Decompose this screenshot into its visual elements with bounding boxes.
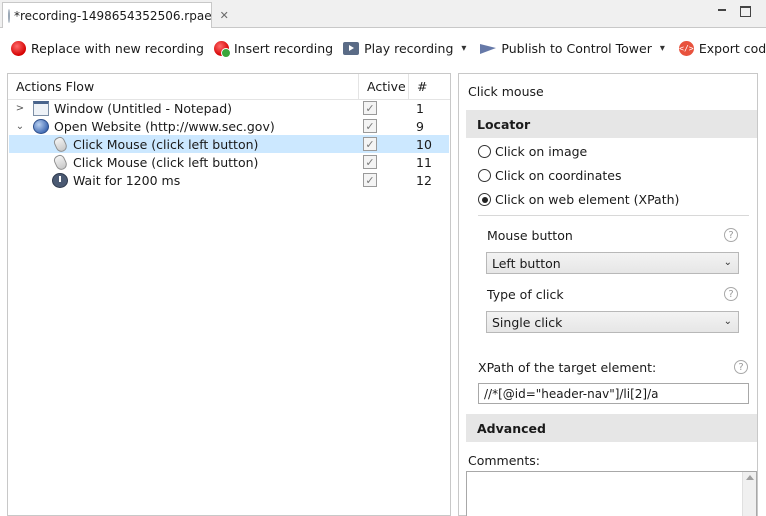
xpath-label: XPath of the target element: (478, 360, 657, 375)
export-code-label: Export code (698, 40, 766, 56)
radio-label: Click on coordinates (495, 168, 622, 183)
comments-label: Comments: (468, 453, 540, 468)
table-row[interactable]: ⌄ Open Website (http://www.sec.gov) ✓ 9 (9, 117, 449, 135)
action-label: Wait for 1200 ms (73, 172, 181, 188)
radio-click-on-web-element[interactable]: Click on web element (XPath) (478, 192, 679, 207)
insert-recording-button[interactable]: Insert recording (213, 40, 334, 58)
mouse-button-label: Mouse button (487, 228, 573, 243)
xpath-input[interactable]: //*[@id="header-nav"]/li[2]/a (478, 383, 749, 404)
action-label: Open Website (http://www.sec.gov) (54, 118, 275, 134)
table-row[interactable]: > Window (Untitled - Notepad) ✓ 1 (9, 99, 449, 117)
play-recording-label: Play recording (364, 40, 454, 56)
insert-record-icon (213, 40, 231, 58)
action-label: Click Mouse (click left button) (73, 136, 259, 152)
insert-recording-label: Insert recording (233, 40, 334, 56)
replace-recording-label: Replace with new recording (31, 40, 204, 56)
action-number: 10 (416, 136, 432, 152)
radio-label: Click on web element (XPath) (495, 192, 680, 207)
recording-file-icon (8, 8, 10, 23)
type-of-click-value: Single click (492, 314, 563, 330)
minimize-icon[interactable] (716, 6, 728, 18)
help-icon[interactable]: ? (724, 228, 738, 242)
active-checkbox[interactable]: ✓ (363, 137, 377, 151)
action-number: 11 (416, 154, 432, 170)
table-header: Actions Flow Active # (8, 73, 450, 100)
radio-button[interactable] (478, 169, 491, 182)
chevron-down-icon: ⌄ (723, 316, 732, 327)
active-checkbox[interactable]: ✓ (363, 101, 377, 115)
type-of-click-label: Type of click (487, 287, 564, 302)
active-checkbox[interactable]: ✓ (363, 119, 377, 133)
properties-panel: Click mouse Locator Click on image Click… (458, 73, 758, 516)
radio-click-on-coordinates[interactable]: Click on coordinates (478, 168, 621, 183)
publish-label: Publish to Control Tower (501, 40, 652, 56)
table-row[interactable]: Click Mouse (click left button) ✓ 11 (9, 152, 449, 172)
radio-click-on-image[interactable]: Click on image (478, 144, 587, 159)
action-label: Click Mouse (click left button) (73, 154, 259, 170)
table-row[interactable]: Wait for 1200 ms ✓ 12 (9, 171, 449, 189)
column-header-active[interactable]: Active (359, 73, 409, 100)
record-icon (11, 40, 26, 56)
collapse-icon[interactable]: ⌄ (15, 121, 25, 132)
radio-button[interactable] (478, 145, 491, 158)
action-number: 1 (416, 100, 424, 116)
active-checkbox[interactable]: ✓ (363, 155, 377, 169)
tab-title: *recording-1498654352506.rpae (14, 8, 212, 23)
advanced-section-header[interactable]: Advanced (466, 414, 757, 442)
editor-tab-strip: *recording-1498654352506.rpae ✕ (0, 0, 766, 28)
globe-icon (33, 118, 49, 134)
toolbar: Replace with new recording Insert record… (0, 29, 766, 67)
actions-flow-panel: Actions Flow Active # > Window (Untitled… (7, 73, 451, 516)
mouse-icon (52, 152, 69, 172)
publish-button[interactable]: Publish to Control Tower (480, 40, 652, 56)
expand-icon[interactable]: > (15, 103, 25, 114)
type-of-click-select[interactable]: Single click ⌄ (486, 311, 739, 333)
help-icon[interactable]: ? (724, 287, 738, 301)
scroll-up-icon[interactable] (746, 475, 754, 480)
close-tab-icon[interactable]: ✕ (220, 9, 229, 22)
properties-title: Click mouse (468, 84, 544, 99)
mouse-button-value: Left button (492, 255, 561, 271)
radio-button-selected[interactable] (478, 193, 491, 206)
replace-recording-button[interactable]: Replace with new recording (11, 40, 204, 56)
play-icon (343, 41, 360, 55)
action-number: 12 (416, 172, 432, 188)
action-number: 9 (416, 118, 424, 134)
scrollbar[interactable] (742, 472, 756, 516)
locator-section-header[interactable]: Locator (466, 110, 757, 138)
column-header-number[interactable]: # (409, 74, 449, 100)
code-icon: </> (678, 40, 694, 56)
play-dropdown-icon[interactable]: ▾ (461, 43, 466, 54)
maximize-icon[interactable] (740, 6, 751, 17)
divider (478, 215, 749, 216)
send-icon (480, 42, 497, 55)
recording-tab[interactable]: *recording-1498654352506.rpae ✕ (2, 2, 229, 28)
mouse-button-select[interactable]: Left button ⌄ (486, 252, 739, 274)
window-icon (33, 100, 49, 116)
chevron-down-icon: ⌄ (723, 257, 732, 268)
mouse-icon (52, 134, 69, 154)
play-recording-button[interactable]: Play recording (343, 41, 453, 56)
help-icon[interactable]: ? (734, 360, 748, 374)
column-header-flow[interactable]: Actions Flow (8, 73, 359, 100)
export-code-button[interactable]: </> Export code (678, 40, 766, 56)
clock-icon (52, 172, 68, 188)
active-checkbox[interactable]: ✓ (363, 173, 377, 187)
comments-textarea[interactable] (466, 471, 757, 516)
table-row-selected[interactable]: Click Mouse (click left button) ✓ 10 (9, 134, 449, 154)
publish-dropdown-icon[interactable]: ▾ (660, 43, 665, 54)
radio-label: Click on image (495, 144, 588, 159)
action-label: Window (Untitled - Notepad) (54, 100, 233, 116)
